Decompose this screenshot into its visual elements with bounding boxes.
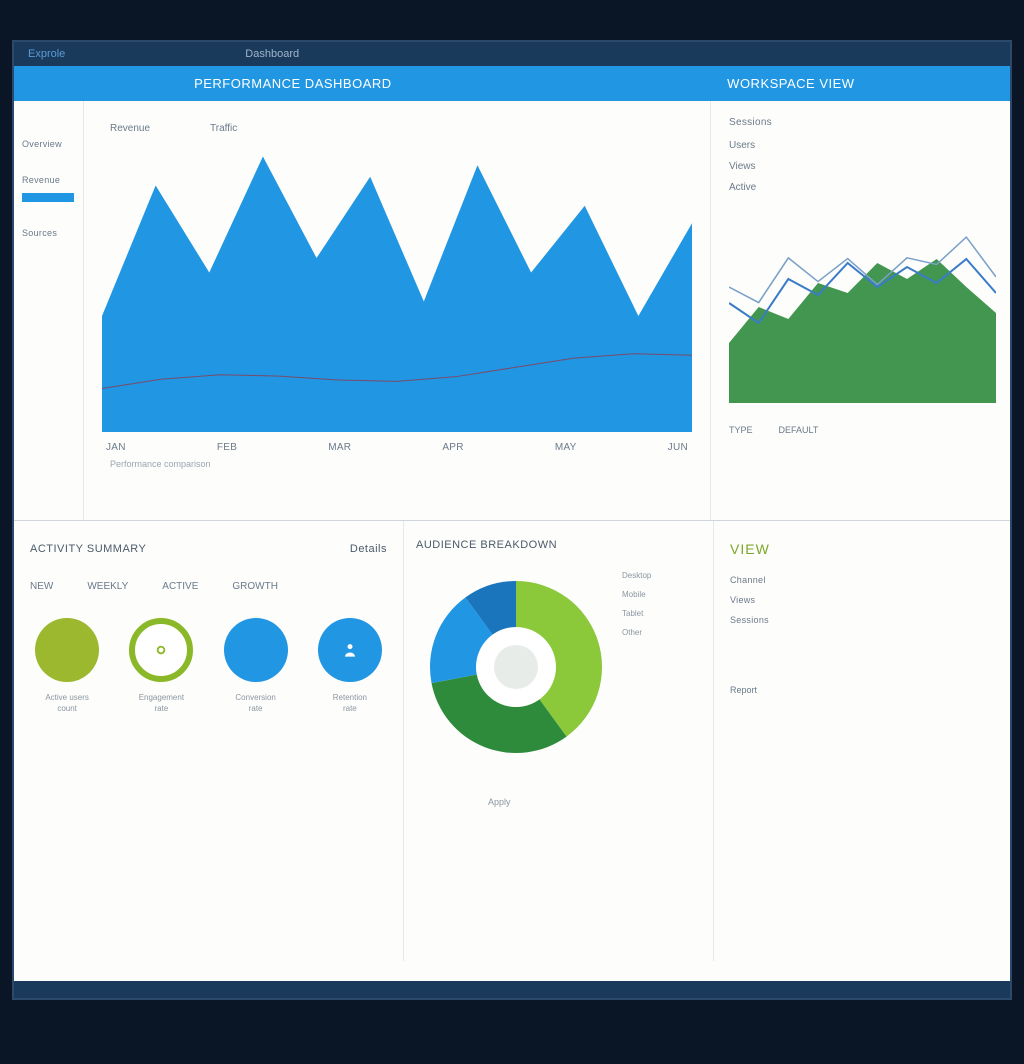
donut-legend: Desktop Mobile Tablet Other: [622, 571, 651, 637]
right-panel-foot[interactable]: Report: [730, 685, 994, 695]
app-window: Exprole Dashboard PERFORMANCE DASHBOARD …: [12, 40, 1012, 1000]
chart-label-traffic: Traffic: [210, 123, 237, 134]
circle-sub-2: rate: [154, 704, 168, 713]
dashboard-content: Overview Revenue Sources Revenue Traffic: [14, 101, 1010, 981]
circle-icon-4: [318, 618, 382, 682]
row-bottom: ACTIVITY SUMMARY Details NEW WEEKLY ACTI…: [14, 521, 1010, 961]
circle-label-1: Active users: [45, 693, 89, 702]
xaxis-jan: JAN: [106, 442, 126, 453]
xaxis-may: MAY: [555, 442, 577, 453]
xaxis-feb: FEB: [217, 442, 237, 453]
rt-foot-type: TYPE: [729, 425, 753, 435]
donut-panel: AUDIENCE BREAKDOWN Desktop Mobile Tablet…: [404, 521, 714, 961]
main-chart-footnote: Performance comparison: [102, 453, 692, 469]
xaxis-jun: JUN: [668, 442, 688, 453]
mini-sidebar: Overview Revenue Sources: [14, 101, 84, 520]
main-chart-xaxis: JAN FEB MAR APR MAY JUN: [102, 432, 692, 453]
sub-weekly: WEEKLY: [87, 581, 128, 592]
sub-growth: GROWTH: [232, 581, 278, 592]
sub-new: NEW: [30, 581, 53, 592]
header-left-title: PERFORMANCE DASHBOARD: [14, 76, 572, 91]
circle-label-3: Conversion: [235, 693, 275, 702]
rt-foot-default: DEFAULT: [779, 425, 819, 435]
right-line-3: Sessions: [730, 615, 994, 625]
at-icon: [151, 640, 171, 660]
metrics-dropdown[interactable]: Details: [350, 543, 387, 555]
metric-circle-4[interactable]: Retention rate: [313, 618, 387, 714]
right-line-2: Views: [730, 595, 994, 605]
donut-chart[interactable]: [416, 567, 616, 767]
metrics-subheaders: NEW WEEKLY ACTIVE GROWTH: [30, 581, 387, 592]
circle-sub-4: rate: [343, 704, 357, 713]
mini-area-svg: [729, 203, 996, 403]
sub-active: ACTIVE: [162, 581, 198, 592]
donut-title: AUDIENCE BREAKDOWN: [416, 539, 701, 551]
circle-icon-2: [129, 618, 193, 682]
sidebar-item-revenue[interactable]: Revenue: [22, 175, 77, 202]
circle-icon-1: [35, 618, 99, 682]
metric-circles: Active users count Engagement rate Convers…: [30, 618, 387, 714]
title-sub: Dashboard: [245, 48, 299, 60]
legend-tablet: Tablet: [622, 609, 651, 618]
mini-area-chart[interactable]: [729, 203, 996, 403]
metrics-title: ACTIVITY SUMMARY: [30, 543, 146, 555]
circle-sub-3: rate: [249, 704, 263, 713]
circle-label-4: Retention: [333, 693, 367, 702]
metric-circle-2[interactable]: Engagement rate: [124, 618, 198, 714]
sidebar-indicator-bar: [22, 193, 74, 202]
person-icon: [340, 640, 360, 660]
chart-label-revenue: Revenue: [110, 123, 150, 134]
sidebar-label-revenue: Revenue: [22, 175, 60, 185]
legend-views: Views: [729, 161, 996, 172]
xaxis-apr: APR: [442, 442, 463, 453]
circle-sub-1: count: [57, 704, 77, 713]
area-chart-canvas[interactable]: [102, 142, 692, 432]
sessions-title: Sessions: [729, 117, 996, 128]
sessions-panel: Sessions Users Views Active TYPE DEFAULT: [710, 101, 1010, 520]
header-band: PERFORMANCE DASHBOARD WORKSPACE VIEW: [14, 66, 1010, 101]
legend-tag: Active: [729, 182, 996, 193]
main-area-chart: Revenue Traffic JAN FEB MAR APR MAY JUN: [84, 101, 710, 520]
sessions-footer: TYPE DEFAULT: [729, 425, 996, 435]
sessions-legend: Users Views Active: [729, 140, 996, 193]
legend-users: Users: [729, 140, 996, 151]
xaxis-mar: MAR: [328, 442, 351, 453]
circle-label-2: Engagement: [139, 693, 184, 702]
metric-circle-3[interactable]: Conversion rate: [219, 618, 293, 714]
title-bar: Exprole Dashboard: [14, 42, 1010, 66]
legend-other: Other: [622, 628, 651, 637]
right-panel-title: VIEW: [730, 541, 994, 557]
circle-icon-3: [224, 618, 288, 682]
brand-label: Exprole: [28, 48, 65, 60]
donut-footer[interactable]: Apply: [488, 797, 701, 807]
sidebar-item-overview[interactable]: Overview: [22, 139, 77, 149]
metrics-panel: ACTIVITY SUMMARY Details NEW WEEKLY ACTI…: [14, 521, 404, 961]
legend-mobile: Mobile: [622, 590, 651, 599]
row-top: Overview Revenue Sources Revenue Traffic: [14, 101, 1010, 521]
sidebar-item-sources[interactable]: Sources: [22, 228, 77, 238]
chart-top-labels: Revenue Traffic: [102, 123, 692, 134]
metric-circle-1[interactable]: Active users count: [30, 618, 104, 714]
area-chart-svg: [102, 142, 692, 432]
right-line-1: Channel: [730, 575, 994, 585]
header-right-title: WORKSPACE VIEW: [572, 76, 1010, 91]
right-panel: VIEW Channel Views Sessions Report: [714, 521, 1010, 961]
legend-desktop: Desktop: [622, 571, 651, 580]
